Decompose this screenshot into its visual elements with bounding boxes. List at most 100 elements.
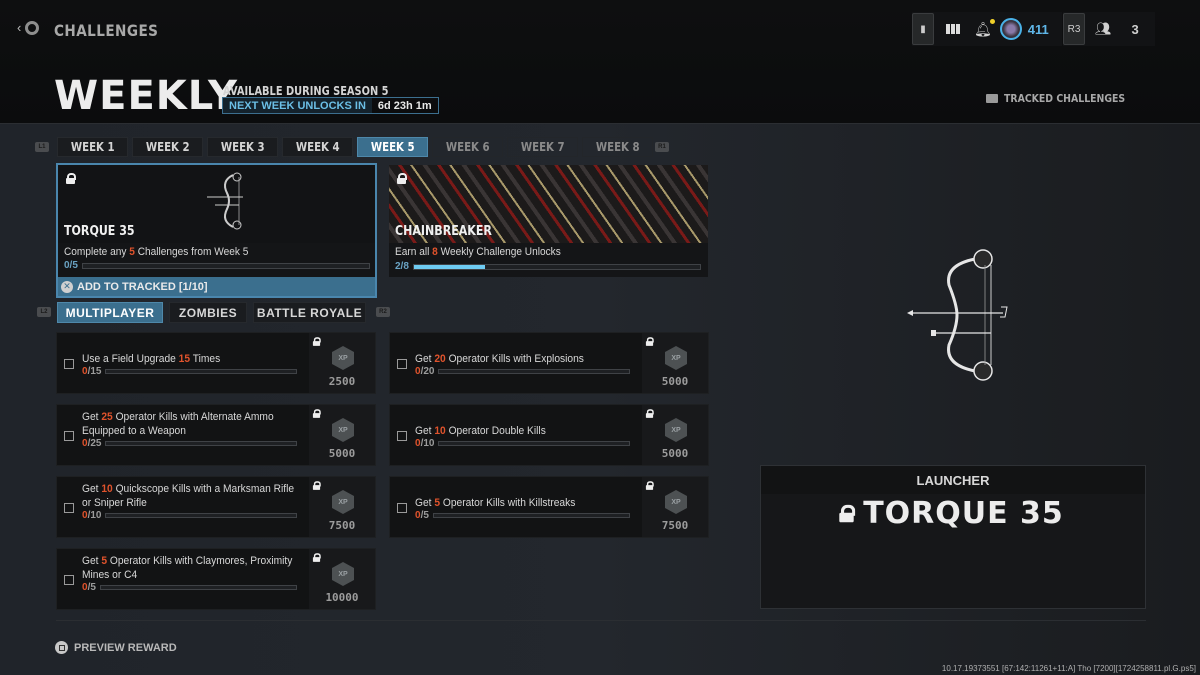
tab-zombies[interactable]: ZOMBIES	[169, 302, 247, 323]
party-icon[interactable]: 👥︎	[1095, 21, 1112, 37]
breadcrumb: CHALLENGES	[54, 21, 159, 40]
reward-card-chainbreaker[interactable]: CHAINBREAKER Earn all 8 Weekly Challenge…	[389, 165, 708, 277]
party-button[interactable]: R3	[1063, 13, 1085, 45]
challenge-item[interactable]: Get 10 Operator Double Kills 0/10 XP 5000	[389, 404, 709, 466]
tracked-challenges-button[interactable]: TRACKED CHALLENGES	[986, 92, 1147, 105]
xp-amount: 5000	[661, 447, 689, 460]
xp-amount: 7500	[328, 519, 356, 532]
challenge-text: Get 10 Quickscope Kills with a Marksman …	[82, 483, 295, 509]
challenge-item[interactable]: Use a Field Upgrade 15 Times 0/15 XP 2500	[56, 332, 376, 394]
reward-name: CHAINBREAKER	[395, 224, 492, 239]
track-checkbox[interactable]	[397, 503, 407, 513]
bow-icon	[207, 172, 243, 230]
touchpad-icon	[986, 94, 998, 103]
notification-dot	[989, 18, 995, 24]
tab-week-2[interactable]: WEEK 2	[132, 137, 203, 157]
challenge-progress-text: 0/15	[82, 366, 102, 377]
xp-reward: XP 2500	[309, 333, 375, 393]
tab-week-3[interactable]: WEEK 3	[207, 137, 278, 157]
grid-menu-icon[interactable]	[946, 24, 960, 34]
header: ‹ CHALLENGES WEEKLY AVAILABLE DURING SEA…	[0, 0, 1200, 124]
topbar-group-party: R3 👥︎ 3	[1063, 12, 1155, 46]
week-tab-label: WEEK 4	[295, 140, 340, 154]
track-checkbox[interactable]	[64, 503, 74, 513]
challenge-progress-text: 0/5	[82, 582, 96, 593]
xp-reward: XP 7500	[642, 477, 708, 537]
challenge-item[interactable]: Get 5 Operator Kills with Killstreaks 0/5…	[389, 476, 709, 538]
tracked-challenges-label: TRACKED CHALLENGES	[1004, 92, 1126, 105]
next-week-timer: NEXT WEEK UNLOCKS IN 6d 23h 1m	[222, 97, 439, 114]
tab-battle-royale[interactable]: BATTLE ROYALE	[253, 302, 366, 323]
bell-icon[interactable]: 🔔︎	[974, 18, 995, 38]
back-button[interactable]: ‹	[17, 20, 40, 35]
tab-week-6[interactable]: WEEK 6	[432, 137, 503, 157]
xp-icon: XP	[665, 490, 687, 514]
xp-icon: XP	[332, 562, 354, 586]
challenge-progress-bar	[99, 585, 297, 590]
add-to-tracked-button[interactable]: ✕ ADD TO TRACKED [1/10]	[58, 277, 375, 296]
challenge-progress: 0/5	[82, 582, 297, 593]
track-checkbox[interactable]	[397, 359, 407, 369]
r3-label: R3	[1067, 23, 1081, 35]
reward-progress-bar	[412, 263, 701, 270]
tab-multiplayer[interactable]: MULTIPLAYER	[57, 302, 163, 323]
challenge-progress: 0/25	[82, 438, 297, 449]
tab-week-7[interactable]: WEEK 7	[507, 137, 578, 157]
weapon-name-row: TORQUE 35	[761, 496, 1145, 531]
xp-icon: XP	[665, 346, 687, 370]
tab-week-1[interactable]: WEEK 1	[57, 137, 128, 157]
tab-week-5[interactable]: WEEK 5	[357, 137, 428, 157]
challenge-item[interactable]: Get 10 Quickscope Kills with a Marksman …	[56, 476, 376, 538]
challenge-progress-bar	[105, 513, 297, 518]
challenge-progress-text: 0/20	[415, 366, 435, 377]
reward-card-torque35[interactable]: TORQUE 35 Complete any 5 Challenges from…	[56, 163, 377, 298]
challenge-text: Get 20 Operator Kills with Explosions	[415, 353, 584, 365]
xp-reward: XP 5000	[309, 405, 375, 465]
week-tab-label: WEEK 2	[145, 140, 190, 154]
xp-icon: XP	[332, 418, 354, 442]
chevron-left-icon: ‹	[17, 20, 22, 35]
track-checkbox[interactable]	[64, 575, 74, 585]
next-week-countdown: 6d 23h 1m	[377, 99, 432, 112]
lock-icon	[312, 408, 321, 419]
reward-art: CHAINBREAKER	[389, 165, 708, 243]
track-checkbox[interactable]	[64, 431, 74, 441]
add-to-tracked-label: ADD TO TRACKED [1/10]	[77, 280, 208, 293]
challenge-progress: 0/15	[82, 366, 297, 377]
reward-progress-text: 2/8	[395, 261, 409, 272]
mode-tabs: MULTIPLAYER ZOMBIES BATTLE ROYALE	[57, 302, 366, 323]
xp-icon: XP	[665, 418, 687, 442]
reward-description: Complete any 5 Challenges from Week 5	[64, 246, 249, 258]
reward-description: Earn all 8 Weekly Challenge Unlocks	[395, 246, 561, 258]
l1-bumper[interactable]: L1	[35, 142, 49, 152]
xp-amount: 5000	[328, 447, 356, 460]
track-checkbox[interactable]	[64, 359, 74, 369]
reward-progress: 2/8	[395, 261, 701, 272]
tab-week-8[interactable]: WEEK 8	[582, 137, 653, 157]
l2-bumper[interactable]: L2	[37, 307, 51, 317]
reward-progress-bar	[81, 262, 370, 269]
controller-button[interactable]: ▮	[912, 13, 934, 45]
rank-emblem-icon[interactable]	[999, 18, 1022, 40]
party-count: 3	[1131, 21, 1139, 37]
week-tab-label: WEEK 7	[520, 140, 565, 154]
tab-week-4[interactable]: WEEK 4	[282, 137, 353, 157]
player-level: 411	[1027, 21, 1049, 37]
challenge-progress: 0/10	[415, 438, 630, 449]
square-button-icon	[55, 641, 68, 654]
track-checkbox[interactable]	[397, 431, 407, 441]
progress-fill	[413, 264, 486, 269]
challenge-item[interactable]: Get 20 Operator Kills with Explosions 0/2…	[389, 332, 709, 394]
xp-amount: 2500	[328, 375, 356, 388]
lock-icon	[66, 173, 76, 184]
preview-reward-button[interactable]: PREVIEW REWARD	[55, 641, 177, 654]
weapon-preview-bow[interactable]	[905, 245, 1015, 385]
challenge-text: Get 5 Operator Kills with Claymores, Pro…	[82, 555, 293, 581]
r1-bumper[interactable]: R1	[655, 142, 669, 152]
r2-bumper[interactable]: R2	[376, 307, 390, 317]
xp-icon: XP	[332, 346, 354, 370]
challenge-progress-bar	[438, 441, 630, 446]
xp-icon: XP	[332, 490, 354, 514]
challenge-item[interactable]: Get 25 Operator Kills with Alternate Amm…	[56, 404, 376, 466]
challenge-item[interactable]: Get 5 Operator Kills with Claymores, Pro…	[56, 548, 376, 610]
